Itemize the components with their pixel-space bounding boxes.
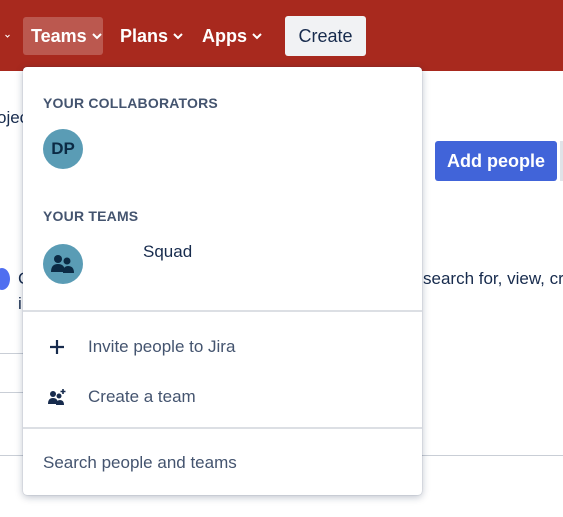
nav-plans-menu[interactable]: Plans <box>120 17 183 55</box>
create-team-item[interactable]: Create a team <box>23 375 422 419</box>
add-team-icon <box>46 386 68 408</box>
collaborator-avatar[interactable]: DP <box>43 129 83 169</box>
info-indicator-icon <box>0 268 10 290</box>
create-button[interactable]: Create <box>285 16 366 56</box>
chevron-down-icon <box>173 33 183 40</box>
teams-heading: YOUR TEAMS <box>43 208 139 224</box>
teams-dropdown-menu: YOUR COLLABORATORS DP YOUR TEAMS Squad I… <box>23 67 422 495</box>
invite-people-item[interactable]: Invite people to Jira <box>23 325 422 369</box>
description-text-fragment: search for, view, cr <box>423 269 563 288</box>
plus-icon <box>46 336 68 358</box>
nav-apps-menu[interactable]: Apps <box>202 17 262 55</box>
nav-plans-label: Plans <box>120 25 169 46</box>
description-char-i: i <box>18 294 22 313</box>
collaborators-heading: YOUR COLLABORATORS <box>43 95 218 111</box>
nav-apps-label: Apps <box>202 25 247 46</box>
chevron-down-icon <box>252 33 262 40</box>
add-people-button[interactable]: Add people <box>435 141 557 181</box>
search-people-teams-link[interactable]: Search people and teams <box>43 453 237 473</box>
chevron-down-icon[interactable] <box>0 17 10 55</box>
divider <box>23 310 422 312</box>
nav-teams-menu[interactable]: Teams <box>23 17 103 55</box>
create-team-label: Create a team <box>88 387 196 406</box>
divider <box>23 427 422 429</box>
team-avatar-icon[interactable] <box>43 244 83 284</box>
team-item-name[interactable]: Squad <box>143 242 192 262</box>
invite-people-label: Invite people to Jira <box>88 337 236 356</box>
nav-teams-label: Teams <box>31 25 87 46</box>
chevron-down-icon <box>91 33 102 40</box>
divider <box>0 353 23 354</box>
top-navigation-bar: Teams Plans Apps Create <box>0 0 563 71</box>
divider <box>0 392 23 393</box>
